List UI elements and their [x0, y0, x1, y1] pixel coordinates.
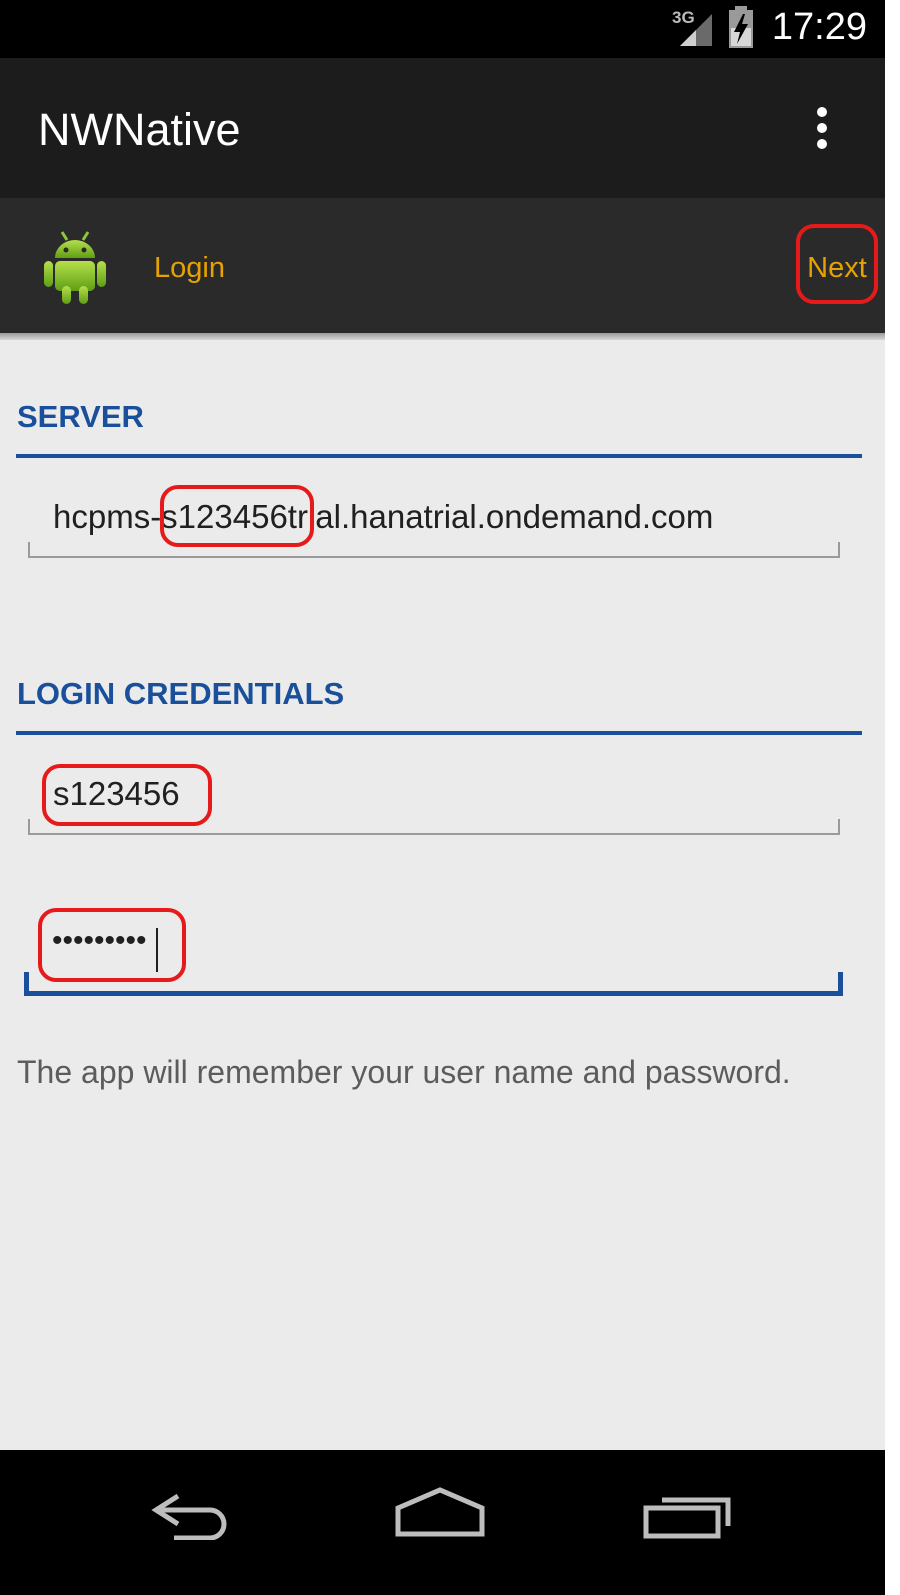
back-icon[interactable] — [148, 1490, 238, 1540]
battery-charging-icon — [729, 6, 753, 48]
credentials-section-divider — [16, 731, 862, 735]
server-section-header: SERVER — [17, 399, 144, 434]
action-bar: NWNative — [0, 58, 885, 198]
server-url-field[interactable]: hcpms-s123456trial.hanatrial.ondemand.co… — [0, 480, 885, 570]
server-section-divider — [16, 454, 862, 458]
sub-bar-shadow — [0, 333, 885, 340]
remember-note: The app will remember your user name and… — [17, 1054, 791, 1090]
signal-icon: 3G — [672, 8, 712, 46]
password-field[interactable]: ••••••••• — [0, 900, 885, 1000]
credentials-section-header: LOGIN CREDENTIALS — [17, 676, 345, 711]
password-highlight-box — [38, 908, 186, 982]
server-url-underline — [28, 542, 840, 558]
next-button[interactable]: Next — [796, 224, 878, 304]
username-highlight-box — [42, 764, 212, 826]
status-bar: 3G 17:29 — [0, 0, 885, 58]
network-type-label: 3G — [672, 8, 695, 27]
phone-screen: 3G 17:29 NWNative Login Next SERVER hcpm… — [0, 0, 885, 1595]
status-time: 17:29 — [771, 6, 867, 48]
server-id-highlight-box — [160, 485, 314, 547]
text-cursor — [156, 928, 158, 972]
navigation-bar — [0, 1450, 885, 1595]
next-label: Next — [807, 252, 867, 284]
recents-icon[interactable] — [640, 1486, 736, 1542]
app-title: NWNative — [38, 104, 241, 155]
username-field[interactable]: s123456 — [0, 757, 885, 847]
android-logo-icon — [44, 231, 106, 304]
sub-bar — [0, 198, 885, 333]
overflow-menu-icon[interactable] — [807, 104, 837, 158]
server-url-value: hcpms-s123456trial.hanatrial.ondemand.co… — [53, 498, 714, 535]
screenshot-margin — [885, 0, 900, 1595]
login-tab-label: Login — [154, 252, 225, 284]
home-icon[interactable] — [392, 1486, 488, 1538]
